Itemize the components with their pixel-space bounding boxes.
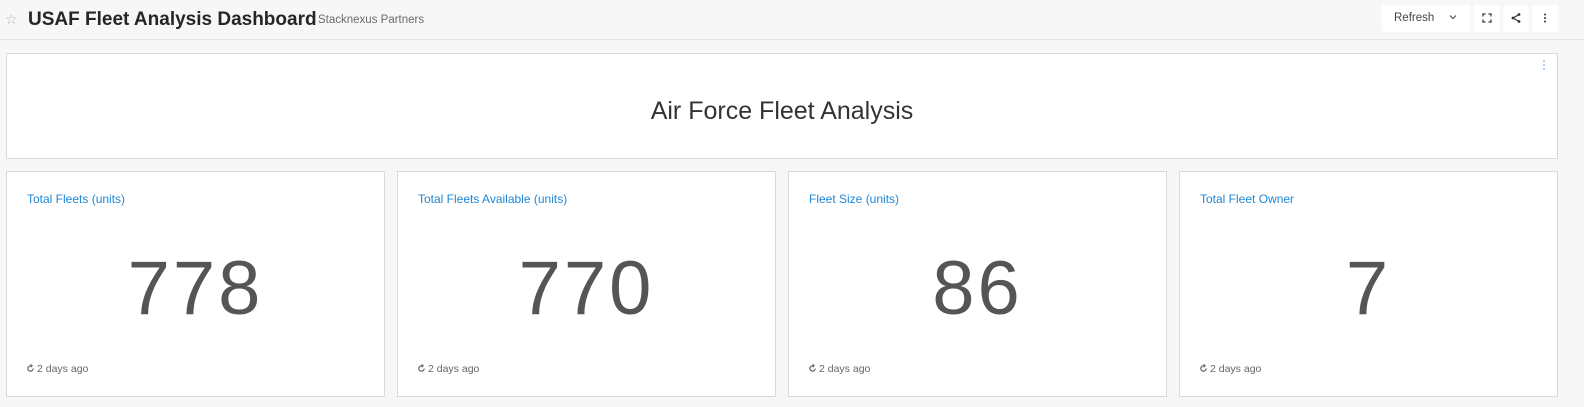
fullscreen-button[interactable] (1474, 5, 1500, 32)
card-title[interactable]: Total Fleets Available (units) (418, 192, 567, 207)
more-vertical-icon (1544, 13, 1546, 23)
card-timestamp: 2 days ago (26, 363, 88, 376)
card-value: 770 (518, 246, 655, 331)
card-total-fleets: Total Fleets (units) 778 2 days ago (6, 171, 385, 397)
more-vertical-icon[interactable] (1541, 60, 1547, 74)
refresh-icon (1200, 364, 1207, 372)
card-total-fleets-available: Total Fleets Available (units) 770 2 day… (397, 171, 776, 397)
refresh-icon (27, 364, 34, 372)
refresh-button[interactable]: Refresh (1382, 5, 1470, 32)
card-timestamp-text: 2 days ago (428, 363, 480, 375)
card-timestamp-text: 2 days ago (819, 363, 871, 375)
dashboard-owner: Stacknexus Partners (318, 14, 425, 26)
refresh-icon (809, 364, 816, 372)
card-timestamp: 2 days ago (808, 363, 870, 376)
more-options-button[interactable] (1532, 5, 1558, 32)
card-timestamp: 2 days ago (1199, 363, 1261, 376)
card-timestamp-text: 2 days ago (37, 363, 89, 375)
refresh-icon (418, 364, 425, 372)
card-title[interactable]: Total Fleets (units) (27, 192, 125, 207)
card-value: 86 (932, 246, 1023, 331)
share-icon (1511, 13, 1521, 23)
refresh-button-label: Refresh (1394, 12, 1435, 24)
card-total-fleet-owner: Total Fleet Owner 7 2 days ago (1179, 171, 1558, 397)
banner-title: Air Force Fleet Analysis (650, 97, 914, 125)
dashboard-header: ☆ USAF Fleet Analysis Dashboard Stacknex… (0, 0, 1584, 40)
card-value: 7 (1345, 246, 1392, 331)
card-title[interactable]: Total Fleet Owner (1200, 192, 1294, 207)
card-fleet-size: Fleet Size (units) 86 2 days ago (788, 171, 1167, 397)
share-button[interactable] (1503, 5, 1529, 32)
card-timestamp: 2 days ago (417, 363, 479, 376)
card-value: 778 (127, 246, 264, 331)
chevron-down-icon[interactable] (1448, 10, 1458, 24)
fullscreen-icon (1482, 13, 1492, 23)
card-title[interactable]: Fleet Size (units) (809, 192, 899, 207)
banner-panel: Air Force Fleet Analysis (6, 53, 1558, 159)
dashboard-title: USAF Fleet Analysis Dashboard (28, 9, 317, 30)
card-timestamp-text: 2 days ago (1210, 363, 1262, 375)
star-icon[interactable]: ☆ (5, 10, 18, 28)
